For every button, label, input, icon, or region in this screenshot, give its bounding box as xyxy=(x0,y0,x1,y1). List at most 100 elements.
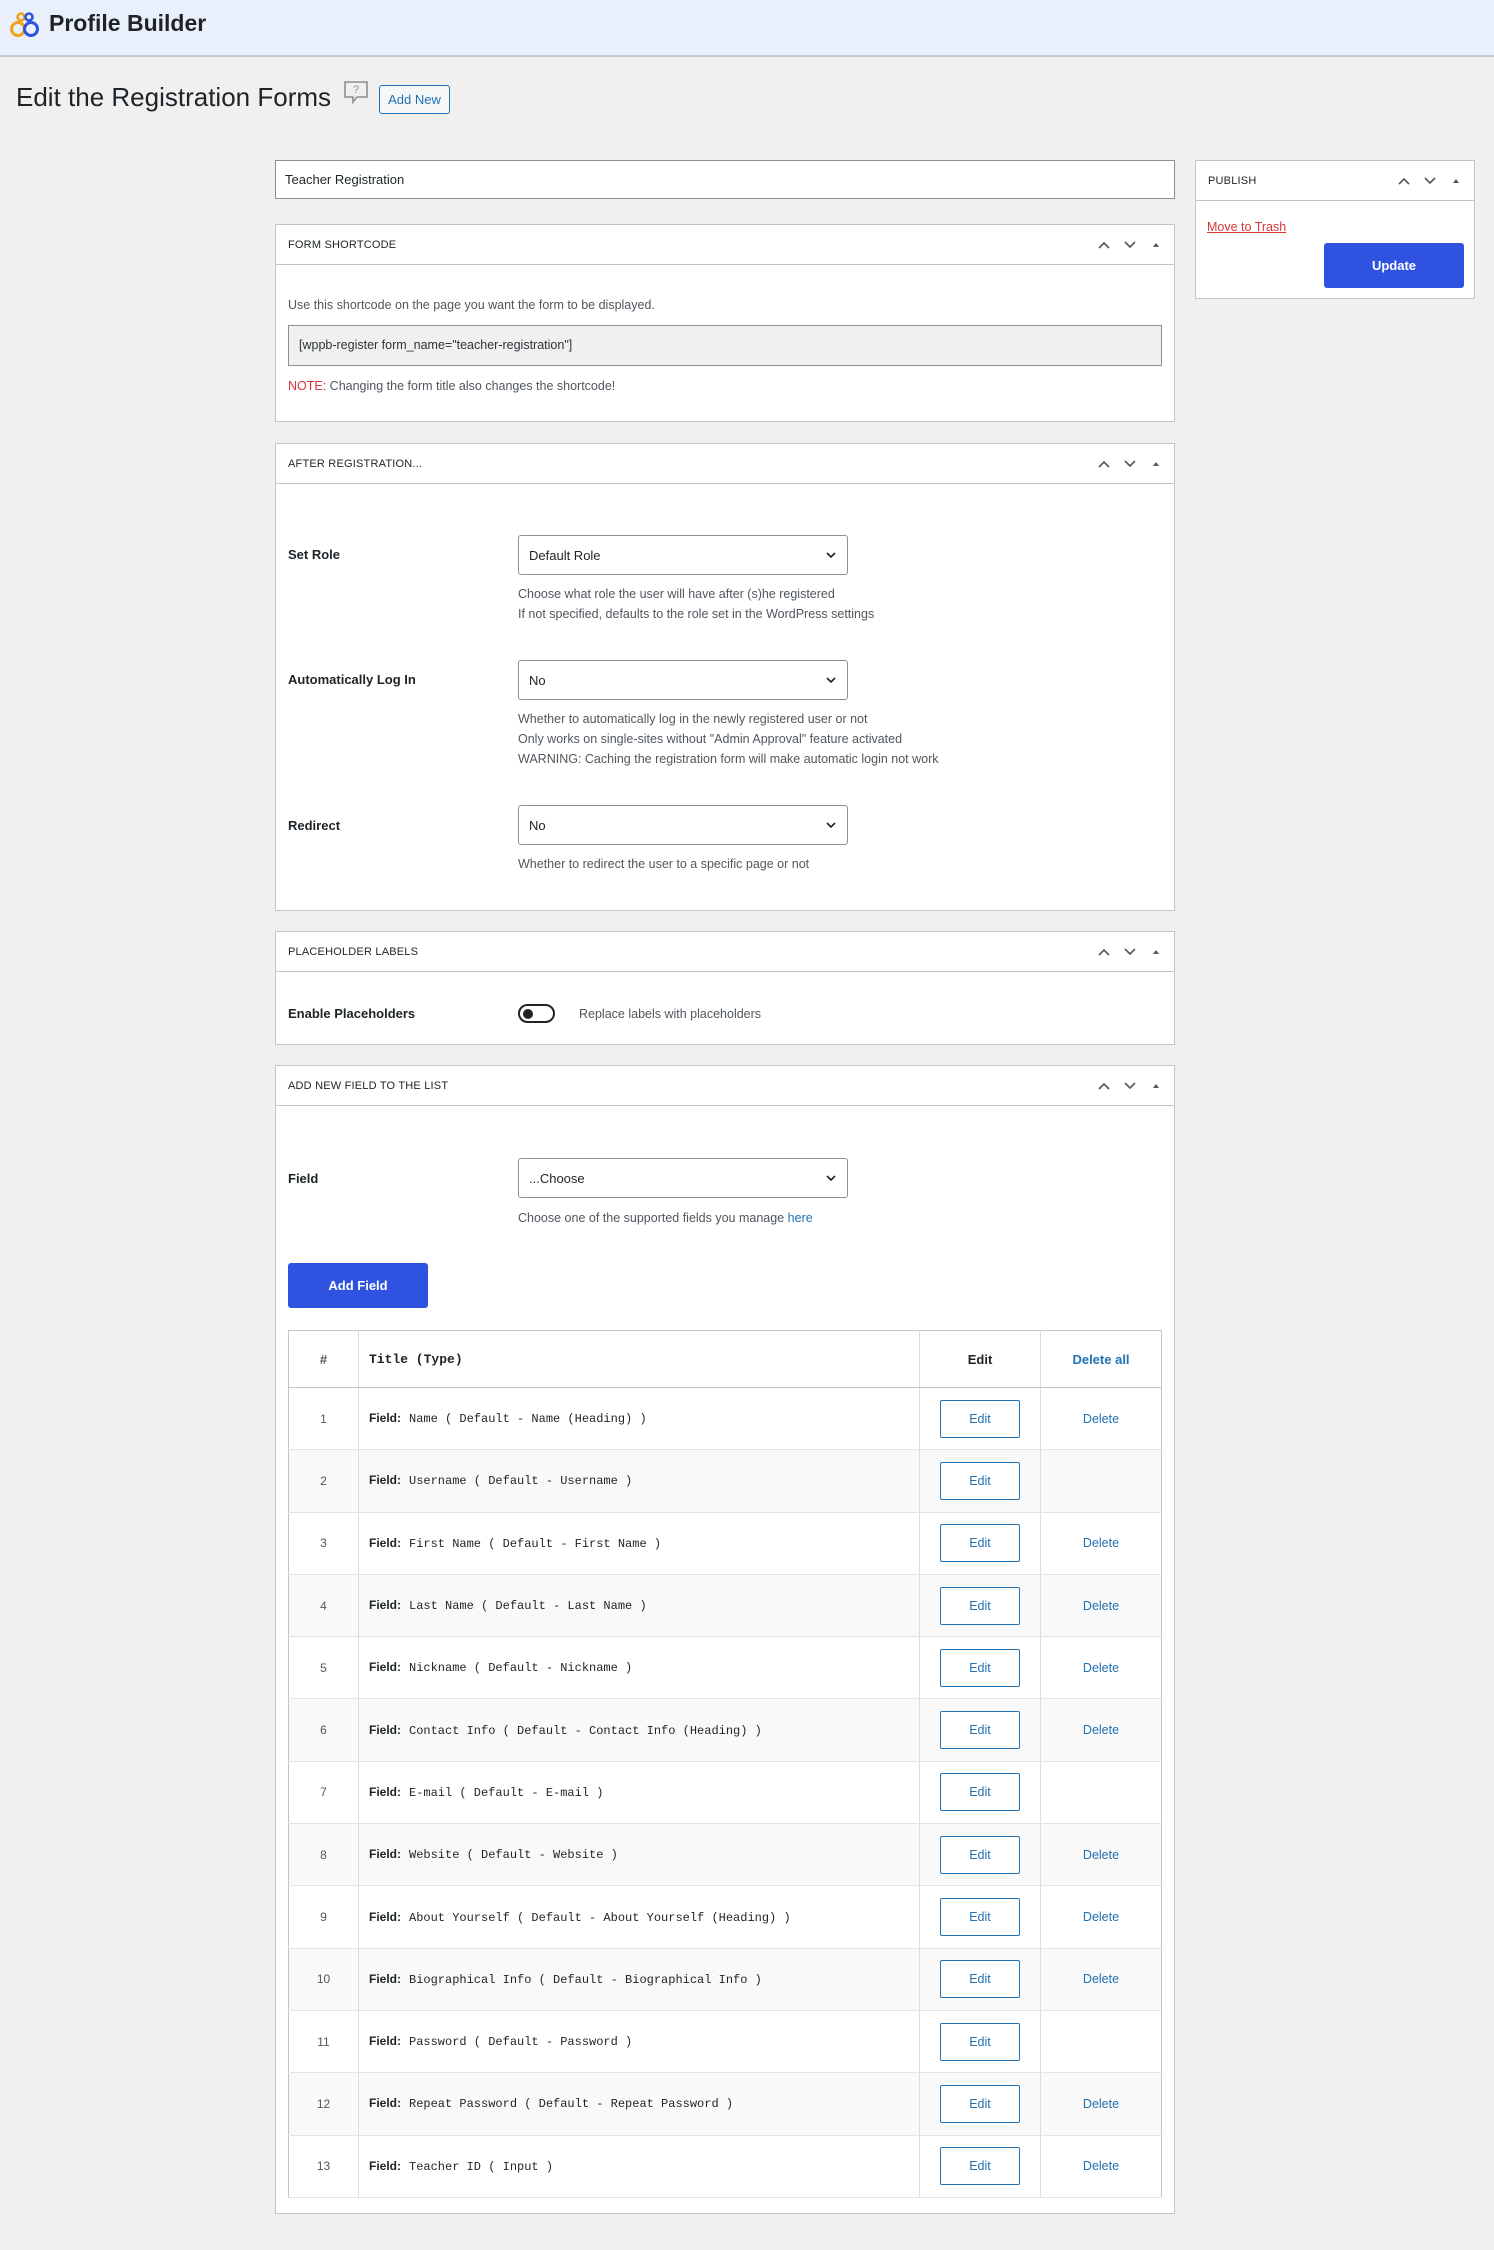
move-to-trash-link[interactable]: Move to Trash xyxy=(1207,220,1286,234)
delete-link[interactable]: Delete xyxy=(1083,2097,1119,2111)
move-down-icon[interactable] xyxy=(1422,173,1438,189)
toggle-description: Replace labels with placeholders xyxy=(579,1007,762,1021)
delete-link[interactable]: Delete xyxy=(1083,1848,1119,1862)
delete-all-link[interactable]: Delete all xyxy=(1040,1330,1162,1388)
move-down-icon[interactable] xyxy=(1122,456,1138,472)
delete-link[interactable]: Delete xyxy=(1083,1599,1119,1613)
row-title: Field: Teacher ID ( Input ) xyxy=(358,2135,920,2198)
table-row: 3 Field: First Name ( Default - First Name… xyxy=(288,1512,1162,1575)
publish-box: PUBLISH Move to Trash Update xyxy=(1195,160,1475,299)
table-row: 2 Field: Username ( Default - Username ) Ed… xyxy=(288,1449,1162,1513)
form-shortcode-title: FORM SHORTCODE xyxy=(288,239,397,251)
row-edit-cell: Edit xyxy=(919,1574,1041,1638)
add-new-button[interactable]: Add New xyxy=(379,85,450,114)
field-prefix: Field: xyxy=(369,1909,401,1924)
field-label: Field xyxy=(288,1171,319,1186)
row-title: Field: Nickname ( Default - Nickname ) xyxy=(358,1636,920,1700)
chevron-down-icon xyxy=(826,677,836,684)
edit-button[interactable]: Edit xyxy=(940,1648,1020,1687)
redirect-select[interactable]: No xyxy=(518,805,848,845)
field-title: About Yourself ( Default - About Yoursel… xyxy=(409,1910,791,1925)
field-help-link[interactable]: here xyxy=(788,1211,813,1225)
edit-button[interactable]: Edit xyxy=(940,1399,1020,1438)
auto-login-label: Automatically Log In xyxy=(288,672,416,687)
row-edit-cell: Edit xyxy=(919,1512,1041,1575)
table-row: 13 Field: Teacher ID ( Input ) Edit Delete xyxy=(288,2135,1162,2198)
field-prefix: Field: xyxy=(369,1722,401,1737)
edit-button[interactable]: Edit xyxy=(940,2022,1020,2061)
row-edit-cell: Edit xyxy=(919,1761,1041,1825)
row-title: Field: E-mail ( Default - E-mail ) xyxy=(358,1761,920,1825)
row-edit-cell: Edit xyxy=(919,2072,1041,2136)
enable-placeholders-toggle[interactable] xyxy=(518,1004,555,1023)
delete-link[interactable]: Delete xyxy=(1083,1972,1119,1986)
redirect-label: Redirect xyxy=(288,818,341,833)
help-icon[interactable]: ? xyxy=(343,80,369,104)
set-role-select[interactable]: Default Role xyxy=(518,535,848,575)
row-edit-cell: Edit xyxy=(919,1948,1041,2011)
edit-button[interactable]: Edit xyxy=(940,1960,1020,1999)
row-delete-cell: Delete xyxy=(1040,1387,1162,1451)
delete-link[interactable]: Delete xyxy=(1083,1723,1119,1737)
edit-button[interactable]: Edit xyxy=(940,1461,1020,1500)
field-title: Contact Info ( Default - Contact Info (H… xyxy=(409,1723,762,1738)
field-title: Nickname ( Default - Nickname ) xyxy=(409,1661,633,1676)
chevron-down-icon xyxy=(826,822,836,829)
move-up-icon[interactable] xyxy=(1096,1078,1112,1094)
collapse-toggle-icon[interactable] xyxy=(1448,173,1464,189)
row-number: 13 xyxy=(288,2135,359,2198)
delete-link[interactable]: Delete xyxy=(1083,1910,1119,1924)
delete-link[interactable]: Delete xyxy=(1083,2159,1119,2173)
field-title: E-mail ( Default - E-mail ) xyxy=(409,1785,604,1800)
collapse-toggle-icon[interactable] xyxy=(1148,944,1164,960)
field-prefix: Field: xyxy=(369,1784,401,1799)
row-number: 4 xyxy=(288,1574,359,1638)
collapse-toggle-icon[interactable] xyxy=(1148,237,1164,253)
row-title: Field: First Name ( Default - First Name … xyxy=(358,1512,920,1575)
row-edit-cell: Edit xyxy=(919,2010,1041,2074)
delete-link[interactable]: Delete xyxy=(1083,1536,1119,1550)
row-edit-cell: Edit xyxy=(919,1449,1041,1513)
edit-button[interactable]: Edit xyxy=(940,1835,1020,1874)
move-down-icon[interactable] xyxy=(1122,237,1138,253)
form-title-input[interactable] xyxy=(275,160,1175,199)
collapse-toggle-icon[interactable] xyxy=(1148,456,1164,472)
add-field-button[interactable]: Add Field xyxy=(288,1263,428,1308)
field-prefix: Field: xyxy=(369,1411,401,1426)
field-title: Biographical Info ( Default - Biographic… xyxy=(409,1972,762,1987)
delete-link[interactable]: Delete xyxy=(1083,1661,1119,1675)
field-title: Website ( Default - Website ) xyxy=(409,1848,618,1863)
move-up-icon[interactable] xyxy=(1096,237,1112,253)
field-prefix: Field: xyxy=(369,1660,401,1675)
move-down-icon[interactable] xyxy=(1122,1078,1138,1094)
field-help: Choose one of the supported fields you m… xyxy=(518,1208,813,1228)
collapse-toggle-icon[interactable] xyxy=(1148,1078,1164,1094)
edit-button[interactable]: Edit xyxy=(940,1773,1020,1812)
move-down-icon[interactable] xyxy=(1122,944,1138,960)
row-delete-cell: Delete xyxy=(1040,1823,1162,1887)
move-up-icon[interactable] xyxy=(1396,173,1412,189)
row-edit-cell: Edit xyxy=(919,2135,1041,2198)
table-row: 1 Field: Name ( Default - Name (Heading) )… xyxy=(288,1387,1162,1451)
row-delete-cell: Delete xyxy=(1040,1512,1162,1575)
placeholder-labels-box: PLACEHOLDER LABELS Enable Placeholders R… xyxy=(275,931,1175,1045)
edit-button[interactable]: Edit xyxy=(940,2084,1020,2123)
field-type-select[interactable]: ...Choose xyxy=(518,1158,848,1198)
edit-button[interactable]: Edit xyxy=(940,1711,1020,1750)
row-delete-cell xyxy=(1040,1761,1162,1825)
chevron-down-icon xyxy=(826,1175,836,1182)
edit-button[interactable]: Edit xyxy=(940,1898,1020,1937)
field-prefix: Field: xyxy=(369,2158,401,2173)
move-up-icon[interactable] xyxy=(1096,456,1112,472)
row-edit-cell: Edit xyxy=(919,1387,1041,1451)
edit-button[interactable]: Edit xyxy=(940,2147,1020,2186)
move-up-icon[interactable] xyxy=(1096,944,1112,960)
edit-button[interactable]: Edit xyxy=(940,1586,1020,1625)
edit-button[interactable]: Edit xyxy=(940,1524,1020,1563)
table-header-row: # Title (Type) Edit Delete all xyxy=(288,1330,1162,1388)
delete-link[interactable]: Delete xyxy=(1083,1412,1119,1426)
update-button[interactable]: Update xyxy=(1324,243,1464,288)
auto-login-select[interactable]: No xyxy=(518,660,848,700)
row-title: Field: Last Name ( Default - Last Name ) xyxy=(358,1574,920,1638)
shortcode-field[interactable]: [wppb-register form_name="teacher-regist… xyxy=(288,325,1162,366)
